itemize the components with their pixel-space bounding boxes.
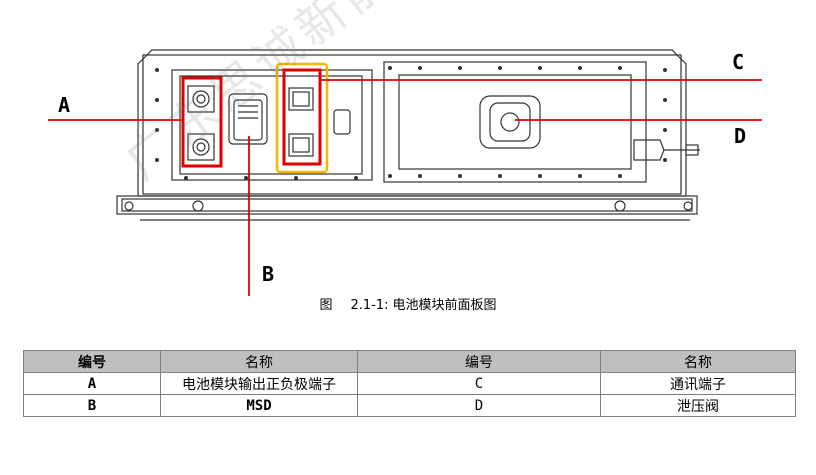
row-id: D	[357, 394, 601, 417]
row-id: C	[357, 372, 601, 395]
header-name-1: 名称	[160, 350, 358, 373]
front-panel-drawing	[48, 49, 762, 296]
row-name: 通讯端子	[600, 372, 796, 395]
row-name: MSD	[160, 394, 358, 417]
callout-a: A	[58, 93, 71, 117]
caption-number: 2.1-1:	[350, 298, 389, 313]
header-id-2: 编号	[357, 350, 601, 373]
caption-title: 电池模块前面板图	[392, 298, 497, 313]
table-header-row: 编号 名称 编号 名称	[23, 350, 796, 373]
component-table: 编号 名称 编号 名称 A 电池模块输出正负极端子 C 通讯端子 B MSD D…	[23, 350, 796, 417]
row-id: B	[23, 394, 161, 417]
table-row: B MSD D 泄压阀	[23, 394, 796, 417]
figure-caption: 图 2.1-1: 电池模块前面板图	[0, 294, 816, 313]
callout-c: C	[732, 50, 745, 74]
header-id-1: 编号	[23, 350, 161, 373]
header-name-2: 名称	[600, 350, 796, 373]
caption-prefix: 图	[319, 298, 333, 313]
callout-d: D	[734, 124, 747, 148]
table-row: A 电池模块输出正负极端子 C 通讯端子	[23, 372, 796, 395]
row-name: 泄压阀	[600, 394, 796, 417]
row-name: 电池模块输出正负极端子	[160, 372, 358, 395]
callout-b: B	[262, 262, 275, 286]
battery-module-diagram: 广东思诚新能 A B C D	[0, 0, 816, 310]
row-id: A	[23, 372, 161, 395]
